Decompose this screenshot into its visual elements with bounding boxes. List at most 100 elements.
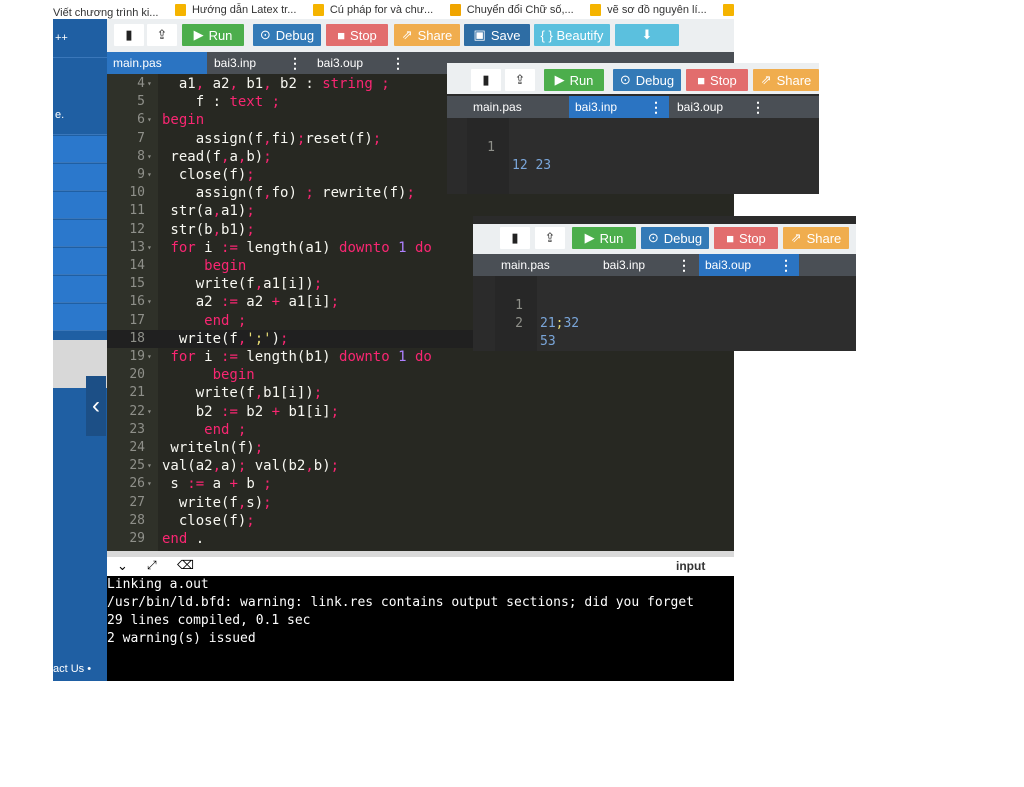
tab-menu-icon[interactable]: ⋮: [288, 55, 302, 72]
code-line: 1 21;32: [495, 279, 579, 331]
line-number: 28: [129, 512, 145, 528]
fold-toggle-icon[interactable]: ▾: [147, 457, 152, 475]
share-button[interactable]: ⇗ Share: [753, 69, 819, 91]
fold-toggle-icon[interactable]: ▾: [147, 148, 152, 166]
overlay-editor[interactable]: 1 12 23: [467, 118, 819, 194]
tab-menu-icon[interactable]: ⋮: [649, 99, 663, 116]
bookmark-item[interactable]: Viết chương trình ki...: [53, 3, 158, 19]
line-number: 12: [129, 221, 145, 237]
tab-bai3-inp[interactable]: bai3.inp ⋮: [569, 96, 669, 118]
tab-main-pas[interactable]: main.pas: [467, 96, 567, 118]
expand-icon[interactable]: ⤢: [147, 558, 157, 573]
debug-icon: ⊙: [619, 72, 631, 87]
save-button[interactable]: ▣ Save: [464, 24, 530, 46]
bookmark-item[interactable]: Cú pháp for và chư...: [312, 0, 433, 19]
line-content: 53: [540, 334, 556, 349]
tab-main-pas[interactable]: main.pas: [107, 52, 207, 74]
line-content: assign(f,fi);reset(f);: [162, 130, 382, 147]
line-content: a2 := a2 + a1[i];: [162, 294, 340, 311]
file-icon: ▮: [125, 27, 133, 42]
upload-button[interactable]: ⇪: [505, 69, 535, 91]
bookmark-item[interactable]: Chuyển đổi Chữ số,...: [449, 0, 574, 19]
line-number: 10: [129, 185, 145, 201]
line-content: begin: [212, 367, 255, 384]
beautify-button[interactable]: { } Beautify: [534, 24, 610, 46]
sidebar-item[interactable]: [53, 136, 107, 163]
debug-button[interactable]: ⊙ Debug: [613, 69, 681, 91]
run-button[interactable]: ▶ Run: [182, 24, 244, 46]
debug-button[interactable]: ⊙ Debug: [253, 24, 321, 46]
bookmark-item[interactable]: Hướng dẫn Latex tr...: [174, 0, 296, 19]
sidebar-item[interactable]: [53, 164, 107, 191]
bookmark-item[interactable]: vẽ sơ đồ nguyên lí...: [590, 0, 707, 19]
line-number: 29: [129, 531, 145, 546]
sidebar-item[interactable]: [53, 248, 107, 275]
sidebar-item[interactable]: ++: [53, 19, 107, 58]
code-line: 27 write(f,s);: [107, 494, 734, 512]
tab-menu-icon[interactable]: ⋮: [677, 257, 691, 274]
code-line: 21 write(f,b1[i]);: [107, 384, 734, 402]
line-content: 12 23: [512, 158, 552, 173]
tab-menu-icon[interactable]: ⋮: [779, 257, 793, 274]
tab-bai3-inp[interactable]: bai3.inp ⋮: [597, 254, 697, 276]
fold-toggle-icon[interactable]: ▾: [147, 75, 152, 93]
chevron-left-icon: ‹: [92, 392, 100, 419]
upload-button[interactable]: ⇪: [535, 227, 565, 249]
tab-bai3-oup[interactable]: bai3.oup ⋮: [671, 96, 771, 118]
sidebar-footer-link[interactable]: act Us •: [53, 663, 107, 679]
stop-button[interactable]: ■ Stop: [714, 227, 778, 249]
sidebar-item[interactable]: [53, 276, 107, 303]
bookmark-item[interactable]: [723, 0, 734, 19]
debug-icon: ⊙: [647, 230, 659, 245]
stop-button[interactable]: ■ Stop: [686, 69, 748, 91]
share-icon: ⇗: [401, 27, 413, 42]
collapse-sidebar-button[interactable]: ‹: [86, 376, 106, 436]
line-number: 9: [137, 167, 145, 182]
run-button[interactable]: ▶ Run: [572, 227, 636, 249]
tab-menu-icon[interactable]: ⋮: [391, 55, 405, 72]
line-content: s := a + b ;: [162, 476, 272, 493]
debug-button[interactable]: ⊙ Debug: [641, 227, 709, 249]
tab-bai3-oup[interactable]: bai3.oup ⋮: [699, 254, 799, 276]
fold-toggle-icon[interactable]: ▾: [147, 348, 152, 366]
sidebar-item[interactable]: [53, 220, 107, 247]
sidebar-item[interactable]: [53, 304, 107, 331]
sidebar-item[interactable]: e.: [53, 96, 107, 135]
upload-button[interactable]: ⇪: [147, 24, 177, 46]
fold-toggle-icon[interactable]: ▾: [147, 293, 152, 311]
run-button[interactable]: ▶ Run: [544, 69, 604, 91]
input-label[interactable]: input: [676, 559, 705, 573]
sidebar-item[interactable]: [53, 192, 107, 219]
console-line: 2 warning(s) issued: [107, 631, 256, 646]
overlay-editor[interactable]: 1 21;32 2 53: [495, 276, 856, 351]
bookmark-favicon-icon: [312, 3, 324, 16]
tab-bai3-inp[interactable]: bai3.inp ⋮: [208, 52, 308, 74]
download-button[interactable]: ⬇: [615, 24, 679, 46]
fold-toggle-icon[interactable]: ▾: [147, 166, 152, 184]
code-line: 2 53: [495, 297, 555, 349]
stop-button[interactable]: ■ Stop: [326, 24, 388, 46]
share-button[interactable]: ⇗ Share: [394, 24, 460, 46]
debug-icon: ⊙: [259, 27, 271, 42]
tab-main-pas[interactable]: main.pas: [495, 254, 595, 276]
new-file-button[interactable]: ▮: [500, 227, 530, 249]
line-number: 23: [129, 421, 145, 437]
collapse-icon[interactable]: ⌄: [117, 558, 128, 574]
line-number: 19: [129, 349, 145, 364]
play-icon: ▶: [584, 230, 595, 245]
sidebar: ++ e. act Us •: [53, 19, 107, 681]
overlay-tabs: main.pas bai3.inp ⋮ bai3.oup ⋮: [473, 254, 856, 276]
fold-toggle-icon[interactable]: ▾: [147, 111, 152, 129]
new-file-button[interactable]: ▮: [471, 69, 501, 91]
clear-icon[interactable]: ⌫: [177, 558, 194, 572]
fold-toggle-icon[interactable]: ▾: [147, 239, 152, 257]
tab-menu-icon[interactable]: ⋮: [751, 99, 765, 116]
line-content: write(f,b1[i]);: [162, 385, 323, 402]
fold-toggle-icon[interactable]: ▾: [147, 403, 152, 421]
bookmark-favicon-icon: [449, 3, 461, 16]
tab-bai3-oup[interactable]: bai3.oup ⋮: [311, 52, 411, 74]
line-content: b2 := b2 + b1[i];: [162, 403, 340, 420]
fold-toggle-icon[interactable]: ▾: [147, 475, 152, 493]
new-file-button[interactable]: ▮: [114, 24, 144, 46]
share-button[interactable]: ⇗ Share: [783, 227, 849, 249]
